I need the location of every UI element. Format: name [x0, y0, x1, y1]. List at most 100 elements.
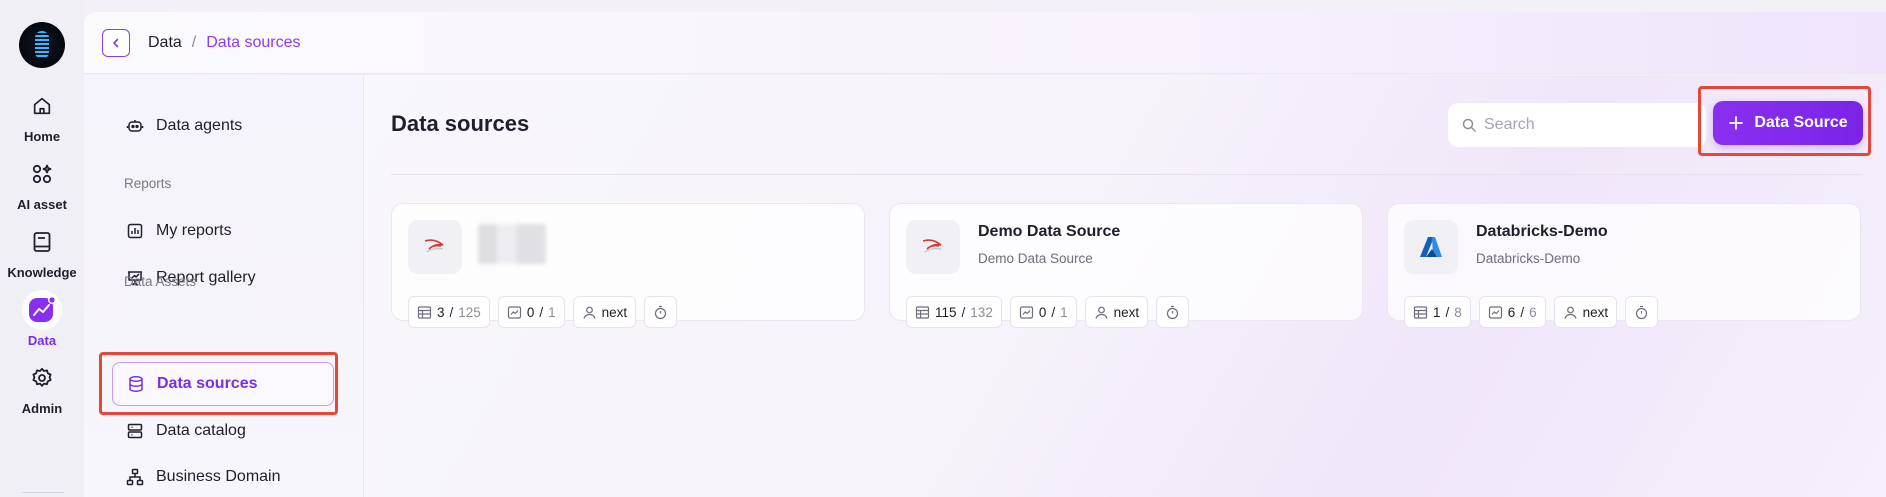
page-title: Data sources [391, 111, 530, 136]
data-chart-icon [22, 290, 62, 330]
card-subtitle: Databricks-Demo [1476, 251, 1581, 266]
data-source-card[interactable]: 3/125 0/1 next [391, 203, 865, 328]
breadcrumb-data[interactable]: Data [148, 34, 182, 52]
nav-item-my-reports[interactable]: My reports [112, 209, 334, 253]
rail-label-data: Data [27, 333, 57, 348]
tables-total: 8 [1454, 304, 1462, 320]
tables-slash: / [449, 304, 454, 320]
search-input[interactable] [1484, 116, 1684, 134]
nav-label-data-catalog: Data catalog [156, 422, 246, 439]
tables-slash: / [961, 304, 966, 320]
schedule-tag[interactable] [644, 296, 678, 328]
timer-icon [1636, 305, 1648, 319]
nav-item-data-sources[interactable]: Data sources [112, 362, 334, 406]
sql-server-logo [906, 220, 960, 274]
search-icon [1462, 118, 1476, 132]
card-stats: 115/132 0/1 next [906, 296, 1190, 328]
nav-label-my-reports: My reports [156, 222, 232, 239]
nav-label-business-domain: Business Domain [156, 468, 281, 485]
secondary-sidebar: Data agents Reports My reports Report ga… [84, 75, 364, 497]
metrics-total: 1 [548, 304, 556, 320]
rail-label-ai-asset: AI asset [17, 197, 67, 212]
app-rail: Home AI asset Knowledge Data Admin [0, 0, 84, 497]
breadcrumb-current: Data sources [206, 33, 301, 51]
home-icon [22, 86, 62, 126]
back-button[interactable] [102, 28, 130, 57]
rail-label-admin: Admin [21, 401, 63, 416]
tables-used: 1 [1433, 304, 1441, 320]
database-icon [129, 376, 143, 392]
rail-item-data[interactable]: Data [2, 290, 82, 348]
owner-tag[interactable]: next [572, 296, 637, 328]
server-icon [127, 423, 143, 439]
tables-count-tag[interactable]: 1/8 [1404, 296, 1471, 328]
metrics-total: 1 [1060, 304, 1068, 320]
schedule-tag[interactable] [1156, 296, 1190, 328]
metric-icon [1019, 305, 1033, 319]
card-subtitle: Demo Data Source [978, 251, 1093, 266]
tables-used: 115 [935, 304, 957, 320]
search-box[interactable] [1448, 103, 1706, 147]
user-icon [1564, 306, 1577, 319]
metrics-used: 0 [526, 304, 535, 320]
metrics-count-tag[interactable]: 0/1 [1009, 296, 1077, 328]
breadcrumb: Data / Data sources [130, 34, 301, 52]
schedule-tag[interactable] [1625, 296, 1659, 328]
metrics-used: 6 [1507, 304, 1516, 320]
owner-name: next [1113, 304, 1140, 320]
metrics-total: 6 [1529, 304, 1537, 320]
section-label-reports: Reports [124, 176, 172, 191]
tables-total: 132 [970, 304, 993, 320]
hierarchy-icon [126, 468, 144, 486]
nav-item-data-catalog[interactable]: Data catalog [112, 409, 334, 453]
owner-tag[interactable]: next [1553, 296, 1618, 328]
data-source-card[interactable]: Demo Data Source Demo Data Source 115/13… [889, 203, 1363, 328]
add-data-source-button[interactable]: Data Source [1713, 101, 1863, 145]
metric-icon [1488, 305, 1502, 319]
top-bar: Data / Data sources [84, 12, 1886, 74]
metrics-slash: / [539, 304, 544, 320]
nav-item-data-agents[interactable]: Data agents [112, 104, 334, 148]
tables-count-tag[interactable]: 3/125 [408, 296, 490, 328]
rail-item-ai-asset[interactable]: AI asset [2, 154, 82, 212]
table-icon [1413, 305, 1428, 319]
redacted-title [478, 224, 546, 264]
data-source-card[interactable]: Databricks-Demo Databricks-Demo 1/8 6/6 … [1387, 203, 1861, 328]
app-logo[interactable] [19, 22, 65, 68]
card-stats: 3/125 0/1 next [408, 296, 678, 328]
user-icon [583, 306, 596, 319]
card-stats: 1/8 6/6 next [1404, 296, 1659, 328]
rail-item-knowledge[interactable]: Knowledge [2, 222, 82, 280]
rail-label-knowledge: Knowledge [7, 265, 77, 280]
plus-icon [1729, 116, 1744, 130]
main-content: Data sources Data Source 3/125 0/1 next [364, 75, 1886, 497]
sql-server-logo [408, 220, 462, 274]
metric-icon [507, 305, 521, 319]
nav-label-data-agents: Data agents [156, 117, 243, 134]
card-title: Databricks-Demo [1476, 223, 1608, 240]
timer-icon [655, 305, 667, 319]
nav-item-business-domain[interactable]: Business Domain [112, 455, 334, 497]
metrics-used: 0 [1038, 304, 1047, 320]
tables-count-tag[interactable]: 115/132 [906, 296, 1002, 328]
book-icon [22, 222, 62, 262]
add-data-source-label: Data Source [1754, 114, 1848, 131]
rail-item-admin[interactable]: Admin [2, 358, 82, 416]
report-icon [127, 223, 143, 239]
table-icon [915, 305, 930, 319]
owner-name: next [1582, 304, 1609, 320]
robot-icon [126, 120, 144, 132]
owner-tag[interactable]: next [1084, 296, 1149, 328]
metrics-slash: / [1051, 304, 1056, 320]
tables-used: 3 [437, 304, 445, 320]
rail-item-home[interactable]: Home [2, 86, 82, 144]
header-divider [391, 174, 1862, 175]
metrics-count-tag[interactable]: 6/6 [1478, 296, 1546, 328]
tables-total: 125 [458, 304, 481, 320]
nav-label-data-sources: Data sources [157, 375, 258, 392]
breadcrumb-separator: / [191, 33, 197, 51]
table-icon [417, 305, 432, 319]
logo-mark [35, 31, 49, 59]
chevron-left-icon [113, 38, 119, 47]
metrics-count-tag[interactable]: 0/1 [497, 296, 565, 328]
